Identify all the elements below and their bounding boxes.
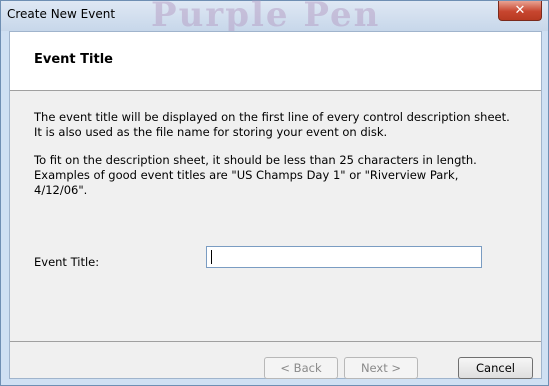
back-button[interactable]: < Back [264,357,338,379]
wizard-header: Event Title [10,32,541,91]
text-caret [211,250,212,264]
close-icon: ✕ [514,3,526,18]
dialog-client-area: Event Title The event title will be disp… [9,31,542,379]
description-paragraph-2: To fit on the description sheet, it shou… [34,153,477,197]
window-title: Create New Event [7,7,116,21]
title-bar[interactable]: Purple Pen Create New Event ✕ [1,0,548,35]
close-button[interactable]: ✕ [498,1,542,21]
page-heading: Event Title [34,52,113,67]
create-new-event-window: Purple Pen Create New Event ✕ Event Titl… [0,0,549,386]
next-button[interactable]: Next > [344,357,418,379]
title-bar-watermark: Purple Pen [151,0,381,35]
event-title-label: Event Title: [34,255,100,269]
window-frame-left [1,31,9,385]
cancel-button[interactable]: Cancel [458,357,533,379]
event-title-input[interactable] [206,246,482,268]
description-paragraph-1: The event title will be displayed on the… [34,110,510,139]
footer-divider [10,341,541,342]
